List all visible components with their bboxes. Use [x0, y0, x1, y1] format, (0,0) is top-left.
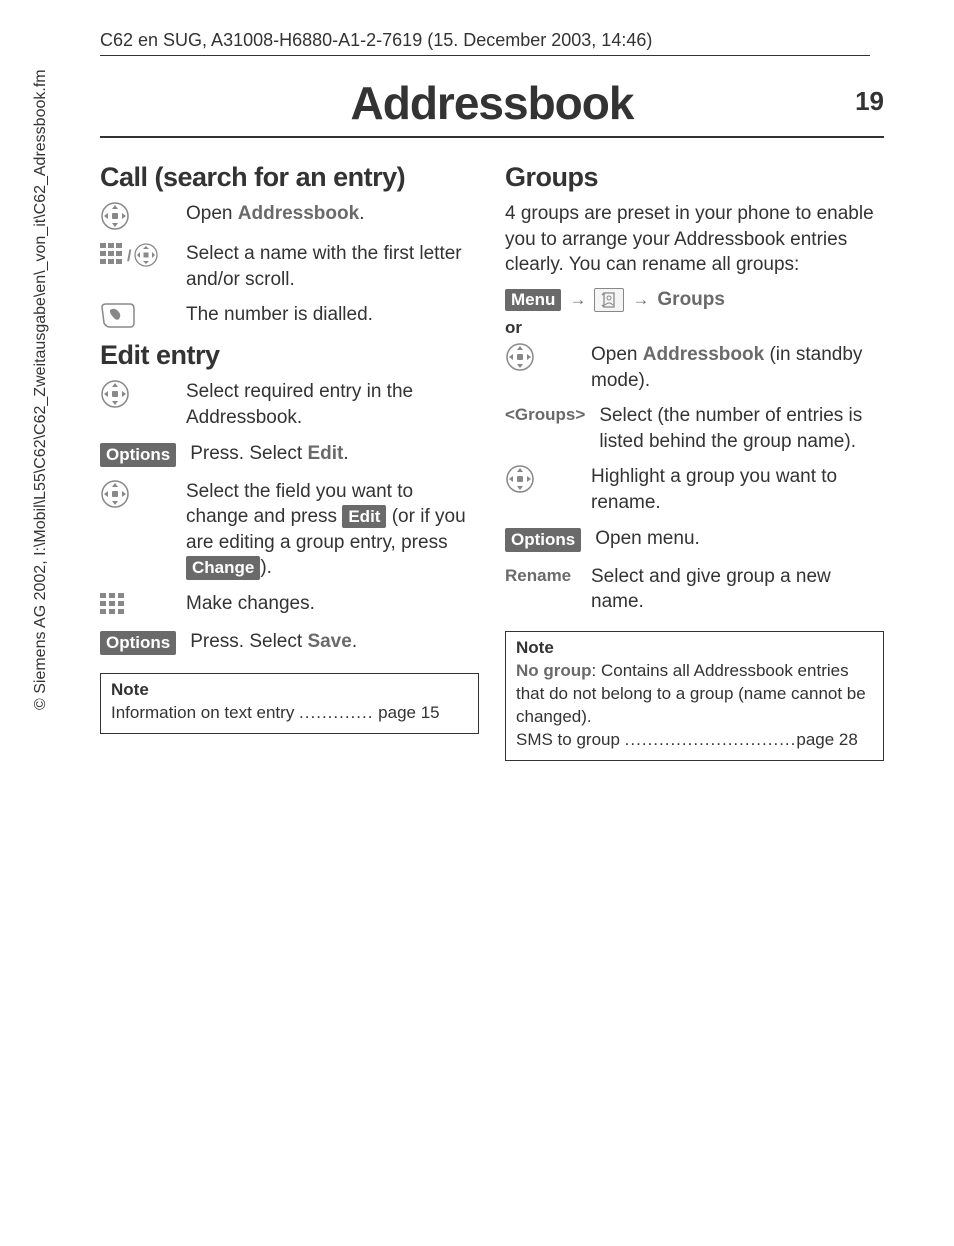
step-text: Select and give group a new name. [591, 564, 884, 615]
nav-key-icon [505, 464, 577, 494]
step-text: The number is dialled. [186, 302, 479, 328]
step-text: Press. Select Edit. [190, 441, 479, 467]
heading-call: Call (search for an entry) [100, 162, 479, 193]
note-title: Note [516, 638, 873, 658]
note-box-left: Note Information on text entry .........… [100, 673, 479, 734]
or-label: or [505, 318, 884, 338]
nav-key-icon [100, 379, 172, 409]
title-row: Addressbook 19 [100, 76, 884, 130]
left-column: Call (search for an entry) Open Addressb… [100, 156, 479, 761]
menu-path: Menu → → Groups [505, 288, 884, 312]
note-body: Information on text entry ............. … [111, 702, 468, 725]
page-number: 19 [855, 86, 884, 117]
nav-key-icon [100, 201, 172, 231]
note-body: SMS to group ...........................… [516, 729, 873, 752]
step-text: Select a name with the first letter and/… [186, 241, 479, 292]
contacts-nav-icon [594, 288, 624, 312]
options-softkey: Options [505, 526, 581, 554]
title-underline [100, 136, 884, 138]
header-rule [100, 55, 870, 56]
step-text: Press. Select Save. [190, 629, 479, 655]
svg-text:/: / [127, 248, 132, 265]
edit-softkey: Edit [342, 505, 386, 528]
groups-softkey: <Groups> [505, 403, 585, 425]
rename-label: Rename [505, 564, 577, 586]
step-text: Select required entry in the Addressbook… [186, 379, 479, 430]
step-text: Make changes. [186, 591, 479, 617]
groups-intro: 4 groups are preset in your phone to ena… [505, 201, 884, 278]
groups-label: Groups [657, 289, 725, 311]
note-box-right: Note No group: Contains all Addressbook … [505, 631, 884, 761]
step-text: Open Addressbook (in standby mode). [591, 342, 884, 393]
step-text: Select the field you want to change and … [186, 479, 479, 582]
note-title: Note [111, 680, 468, 700]
nav-key-icon [505, 342, 577, 372]
nav-key-icon [100, 479, 172, 509]
keypad-nav-icon: / [100, 241, 172, 269]
options-softkey: Options [100, 629, 176, 657]
heading-edit: Edit entry [100, 340, 479, 371]
header-line: C62 en SUG, A31008-H6880-A1-2-7619 (15. … [100, 30, 884, 55]
call-key-icon [100, 302, 172, 330]
sidebar-copyright: © Siemens AG 2002, I:\Mobil\L55\C62\C62_… [32, 69, 50, 710]
change-softkey: Change [186, 556, 260, 579]
step-text: Open menu. [595, 526, 884, 552]
menu-softkey: Menu [505, 289, 561, 311]
arrow-icon: → [632, 290, 649, 310]
step-text: Open Addressbook. [186, 201, 479, 227]
right-column: Groups 4 groups are preset in your phone… [505, 156, 884, 761]
keypad-icon [100, 591, 172, 619]
step-text: Highlight a group you want to rename. [591, 464, 884, 515]
page-title: Addressbook [351, 76, 634, 130]
heading-groups: Groups [505, 162, 884, 193]
arrow-icon: → [569, 290, 586, 310]
options-softkey: Options [100, 441, 176, 469]
note-body: No group: Contains all Addressbook entri… [516, 660, 873, 729]
step-text: Select (the number of entries is listed … [599, 403, 884, 454]
